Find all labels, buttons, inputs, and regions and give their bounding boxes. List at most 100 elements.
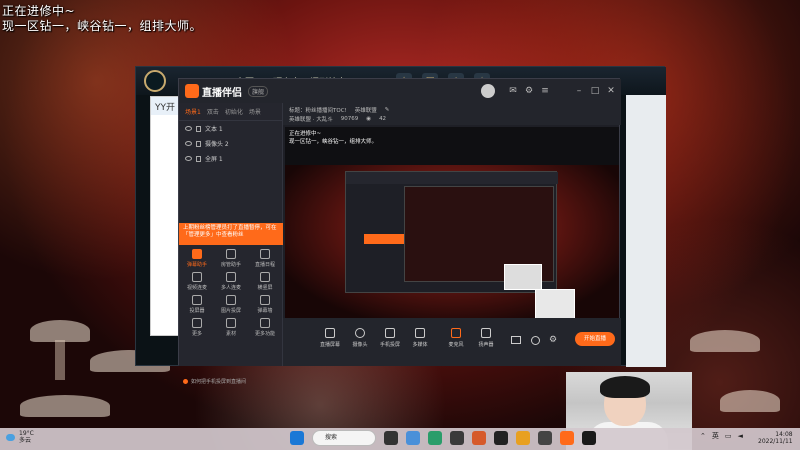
tool-cast[interactable]: 投屏器: [181, 295, 213, 314]
taskbar: 19°C 多云 搜索 ⌃ 英 ▭ ◄ 14:08 2022/11/11: [0, 428, 800, 450]
menu-icon[interactable]: ≡: [539, 85, 551, 97]
settings-icon[interactable]: ⚙: [549, 335, 557, 345]
scene-tab[interactable]: 场景1: [185, 107, 201, 116]
preview-webcam: [535, 289, 575, 318]
stream-preview[interactable]: 正在进修中~ 现一区钻一，峡谷钻一，组排大师。: [285, 127, 619, 318]
visibility-icon[interactable]: [185, 126, 192, 131]
edit-icon[interactable]: ✎: [385, 107, 390, 113]
browser-icon[interactable]: [428, 431, 442, 445]
tool-more-features[interactable]: 更多功能: [249, 318, 281, 337]
game-logo-icon[interactable]: [144, 70, 166, 92]
clock-time: 14:08: [775, 431, 793, 438]
visibility-icon[interactable]: [185, 141, 192, 146]
game-client-icon[interactable]: [494, 431, 508, 445]
scene-tab[interactable]: 场景: [249, 107, 261, 116]
search-label: 搜索: [325, 434, 338, 441]
app-icon[interactable]: [538, 431, 552, 445]
microphone-icon: [451, 328, 461, 338]
wallpaper-mushroom: [720, 390, 780, 412]
notice-banner[interactable]: 上期粉丝榜管理员打了直播暂停，可在「管理更多」中查看粉丝: [179, 223, 283, 245]
help-tip[interactable]: 如何把手机投屏到直播间: [179, 378, 283, 385]
source-label: 摄像头 2: [205, 141, 229, 148]
app-icon[interactable]: [472, 431, 486, 445]
clock[interactable]: 14:08 2022/11/11: [758, 431, 793, 445]
streaming-app-icon[interactable]: [560, 431, 574, 445]
preview-game-scene: [285, 165, 619, 318]
wallpaper-mushroom: [30, 320, 90, 342]
record-icon[interactable]: [511, 336, 521, 344]
network-icon[interactable]: ▭: [725, 432, 732, 440]
stream-title[interactable]: 标题：粉丝播播间TOC!: [289, 106, 347, 114]
more-icon: [192, 318, 202, 328]
system-tray: ⌃ 英 ▭ ◄: [700, 431, 743, 441]
settings-icon[interactable]: ⚙: [523, 85, 535, 97]
wallpaper-mushroom: [690, 330, 760, 352]
maximize-icon[interactable]: □: [589, 85, 601, 97]
cloud-icon: [6, 434, 15, 442]
mail-icon[interactable]: ✉: [507, 85, 519, 97]
phone-cast-button[interactable]: 手机投屏: [377, 328, 403, 348]
scene-tabs: 场景1 双击 初始化 场景: [179, 103, 282, 121]
tool-more[interactable]: 更多: [181, 318, 213, 337]
cast-icon: [192, 295, 202, 305]
download-icon: [260, 318, 270, 328]
tool-room-manager[interactable]: 房管助手: [215, 249, 247, 268]
tool-video-link[interactable]: 视频连麦: [181, 272, 213, 291]
tool-danmaku-wall[interactable]: 弹幕墙: [249, 295, 281, 314]
task-view-icon[interactable]: [384, 431, 398, 445]
visibility-icon[interactable]: [185, 156, 192, 161]
wall-icon: [260, 295, 270, 305]
file-explorer-icon[interactable]: [406, 431, 420, 445]
scene-panel: 场景1 双击 初始化 场景 文本 1 摄像头 2 全屏 1 上期粉丝榜管理员打了…: [179, 103, 283, 385]
start-stream-button[interactable]: 开始直播: [575, 332, 615, 346]
app-icon[interactable]: [516, 431, 530, 445]
app-icon[interactable]: [450, 431, 464, 445]
speaker-button[interactable]: 扬声器: [473, 328, 499, 348]
scene-tab[interactable]: 双击: [207, 107, 219, 116]
source-item[interactable]: 文本 1: [179, 121, 282, 136]
tool-orientation[interactable]: 横竖屏: [249, 272, 281, 291]
close-icon[interactable]: ✕: [605, 85, 617, 97]
camera-button[interactable]: 摄像头: [347, 328, 373, 348]
lock-icon[interactable]: [196, 140, 201, 147]
scene-tab[interactable]: 初始化: [225, 107, 243, 116]
app-icon[interactable]: [582, 431, 596, 445]
app-logo-icon: [185, 84, 199, 98]
volume-icon[interactable]: ◄: [738, 432, 743, 440]
taskbar-apps: 搜索: [290, 430, 596, 446]
stream-area[interactable]: 英雄联盟: [355, 106, 377, 114]
search-box[interactable]: 搜索: [312, 430, 376, 446]
weather-desc: 多云: [19, 436, 32, 444]
start-icon[interactable]: [290, 431, 304, 445]
streaming-app-window[interactable]: 直播伴侣 旗舰 ✉ ⚙ ≡ – □ ✕ 场景1 双击 初始化 场景 文本 1 摄…: [178, 78, 621, 385]
room-id: 90769: [340, 115, 359, 122]
user-avatar[interactable]: [481, 84, 495, 98]
viewer-icon: ◉: [366, 115, 372, 122]
tool-material[interactable]: 素材: [215, 318, 247, 337]
lock-icon[interactable]: [196, 125, 201, 132]
screen-capture-button[interactable]: 直播屏幕: [317, 328, 343, 348]
recursive-titlebar: [346, 172, 558, 184]
minimize-icon[interactable]: –: [573, 85, 585, 97]
tool-image-cast[interactable]: 图片投屏: [215, 295, 247, 314]
tool-grid: 弹幕助手 房管助手 直播日程 视频连麦 多人连麦 横竖屏 投屏器 图片投屏 弹幕…: [179, 245, 283, 341]
refresh-icon[interactable]: [531, 336, 540, 345]
tool-schedule[interactable]: 直播日程: [249, 249, 281, 268]
chevron-up-icon[interactable]: ⌃: [700, 432, 706, 440]
source-item[interactable]: 全屏 1: [179, 151, 282, 166]
version-badge[interactable]: 旗舰: [248, 85, 269, 97]
weather-widget[interactable]: 19°C 多云: [6, 430, 34, 444]
tool-multi-link[interactable]: 多人连麦: [215, 272, 247, 291]
source-item[interactable]: 摄像头 2: [179, 136, 282, 151]
media-button[interactable]: 多媒体: [407, 328, 433, 348]
app-logo: 直播伴侣: [185, 84, 242, 99]
calendar-icon: [260, 249, 270, 259]
material-icon: [226, 318, 236, 328]
tool-danmaku[interactable]: 弹幕助手: [181, 249, 213, 268]
game-client-right-panel[interactable]: [626, 95, 666, 367]
monitor-icon: [325, 328, 335, 338]
webcam-hair: [600, 376, 650, 398]
microphone-button[interactable]: 麦克风: [443, 328, 469, 348]
input-method[interactable]: 英: [712, 431, 719, 441]
lock-icon[interactable]: [196, 155, 201, 162]
